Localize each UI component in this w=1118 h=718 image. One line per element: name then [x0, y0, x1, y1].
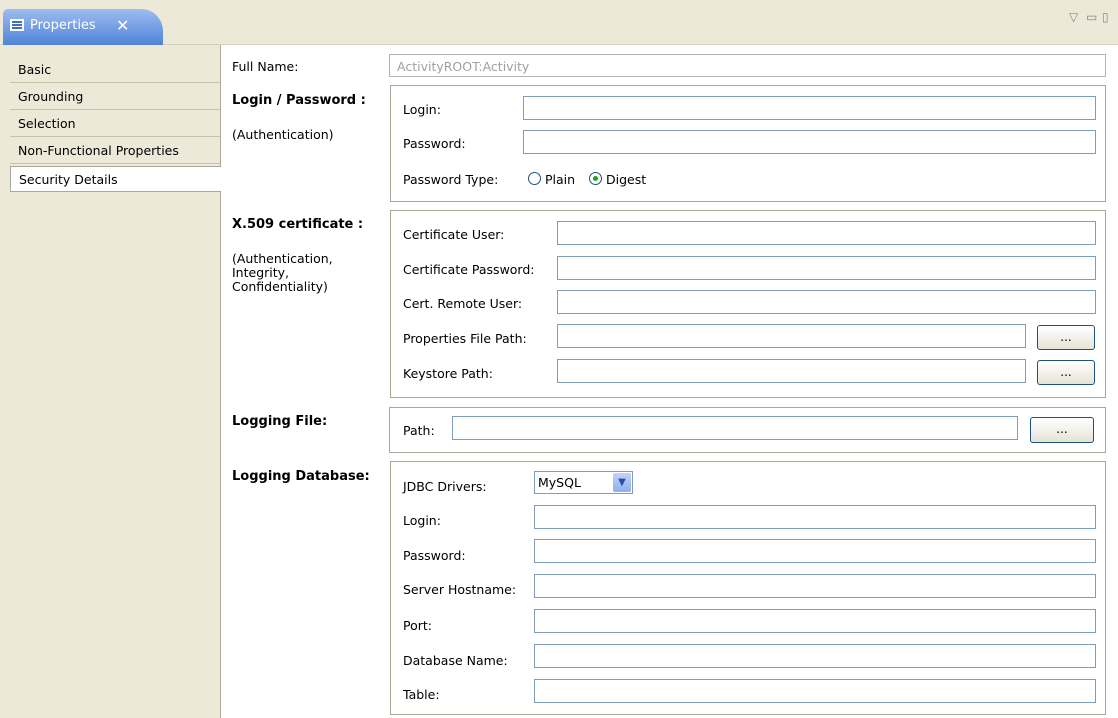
table-input[interactable]	[534, 679, 1096, 703]
logging-file-section-title: Logging File:	[232, 414, 328, 429]
properties-file-path-label: Properties File Path:	[403, 331, 527, 346]
sidebar-item-security-details[interactable]: Security Details	[10, 166, 221, 192]
tab-properties[interactable]: Properties ✕	[3, 9, 163, 45]
port-label: Port:	[403, 618, 432, 633]
login-section-title: Login / Password :	[232, 93, 366, 108]
plain-radio[interactable]	[528, 172, 541, 185]
login-input[interactable]	[523, 96, 1096, 120]
properties-file-path-input[interactable]	[557, 324, 1026, 348]
jdbc-drivers-value: MySQL	[538, 475, 581, 490]
chevron-down-icon[interactable]: ▼	[613, 473, 631, 492]
sidebar-item-basic[interactable]: Basic	[10, 57, 220, 83]
sidebar-item-grounding[interactable]: Grounding	[10, 84, 220, 110]
cert-remote-user-label: Cert. Remote User:	[403, 296, 523, 311]
login-section-subtitle: (Authentication)	[232, 127, 334, 142]
logging-path-input[interactable]	[452, 416, 1018, 440]
password-label: Password:	[403, 136, 466, 151]
close-icon[interactable]: ✕	[116, 16, 129, 35]
properties-icon	[10, 19, 24, 31]
server-hostname-label: Server Hostname:	[403, 582, 517, 597]
keystore-browse-button[interactable]: ...	[1037, 360, 1095, 385]
x509-section-subtitle: (Authentication, Integrity, Confidential…	[232, 251, 333, 294]
jdbc-drivers-label: JDBC Drivers:	[403, 479, 487, 494]
keystore-path-input[interactable]	[557, 359, 1026, 383]
tab-label: Properties	[30, 18, 96, 33]
logging-db-section-title: Logging Database:	[232, 469, 370, 484]
sidebar-item-selection[interactable]: Selection	[10, 111, 220, 137]
digest-radio-label: Digest	[606, 172, 647, 187]
jdbc-drivers-select[interactable]: MySQL ▼	[534, 471, 633, 494]
cert-user-label: Certificate User:	[403, 227, 505, 242]
cert-remote-user-input[interactable]	[557, 290, 1096, 314]
view-menu-icon[interactable]: ▽	[1069, 10, 1078, 24]
password-input[interactable]	[523, 130, 1096, 154]
digest-radio[interactable]	[589, 172, 602, 185]
minimize-icon[interactable]: ▭	[1086, 10, 1097, 24]
table-label: Table:	[403, 687, 440, 702]
properties-file-browse-button[interactable]: ...	[1037, 325, 1095, 350]
full-name-label: Full Name:	[232, 59, 299, 74]
login-label: Login:	[403, 102, 441, 117]
database-name-label: Database Name:	[403, 653, 508, 668]
keystore-path-label: Keystore Path:	[403, 366, 493, 381]
port-input[interactable]	[534, 609, 1096, 633]
plain-radio-label: Plain	[545, 172, 576, 187]
db-password-input[interactable]	[534, 539, 1096, 563]
x509-section-title: X.509 certificate :	[232, 217, 364, 232]
view-tab-bar: Properties ✕ ▽ ▭ ▯	[0, 0, 1118, 45]
maximize-icon[interactable]: ▯	[1102, 10, 1109, 24]
cert-password-input[interactable]	[557, 256, 1096, 280]
cert-user-input[interactable]	[557, 221, 1096, 245]
password-type-label: Password Type:	[403, 172, 499, 187]
full-name-field: ActivityROOT:Activity	[389, 54, 1106, 77]
logging-path-browse-button[interactable]: ...	[1030, 417, 1094, 443]
db-login-input[interactable]	[534, 505, 1096, 529]
sidebar-item-non-functional-properties[interactable]: Non-Functional Properties	[10, 138, 220, 164]
sidebar: Basic Grounding Selection Non-Functional…	[0, 45, 221, 718]
db-password-label: Password:	[403, 548, 466, 563]
full-name-value: ActivityROOT:Activity	[397, 59, 530, 74]
logging-path-label: Path:	[403, 423, 435, 438]
cert-password-label: Certificate Password:	[403, 262, 535, 277]
db-login-label: Login:	[403, 513, 441, 528]
server-hostname-input[interactable]	[534, 574, 1096, 598]
database-name-input[interactable]	[534, 644, 1096, 668]
